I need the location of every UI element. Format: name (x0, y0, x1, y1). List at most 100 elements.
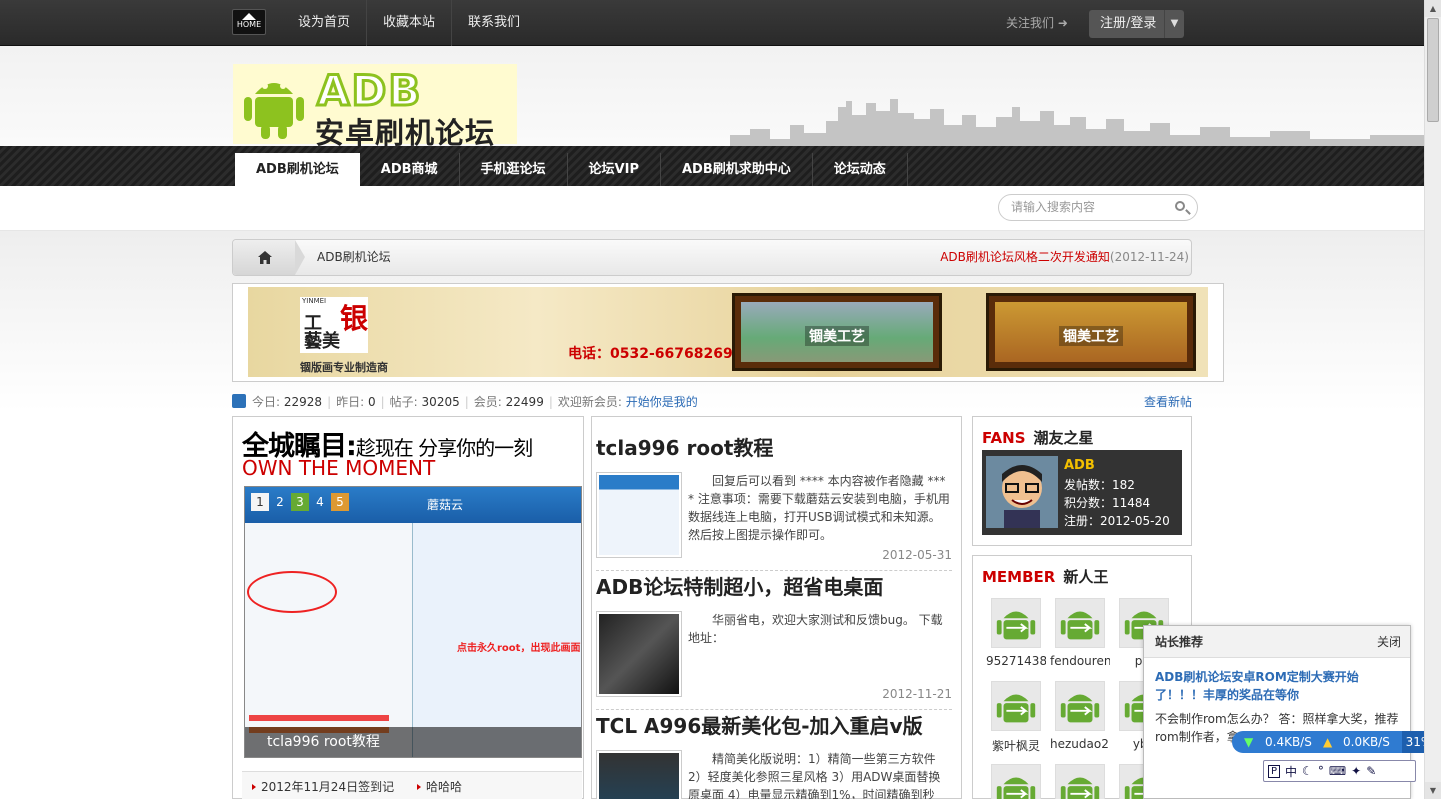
download-arrow-icon: ▼ (1244, 735, 1254, 749)
stat-members: 22499 (505, 395, 544, 409)
member-item[interactable] (986, 764, 1046, 799)
upload-speed: 0.0KB/S (1343, 735, 1390, 749)
home-label: HOME (236, 20, 262, 29)
article-title[interactable]: TCL A996最新美化包-加入重启v版 (596, 712, 952, 740)
article-date: 2012-05-31 (882, 548, 952, 562)
upload-arrow-icon: ▲ (1323, 735, 1333, 749)
ime-mode[interactable]: 中 (1285, 763, 1297, 780)
slide-bottom-links: 2012年11月24日签到记 哈哈哈 (242, 771, 582, 799)
article-thumb[interactable] (596, 750, 682, 799)
article-item: tcla996 root教程 回复后可以看到 **** 本内容被作者隐藏 ***… (596, 434, 952, 571)
site-logo[interactable]: ADB 安卓刷机论坛 (233, 64, 517, 150)
member-avatar[interactable] (991, 681, 1041, 731)
article-thumb[interactable] (596, 472, 682, 558)
ad-banner[interactable]: YINMEI 工 藝美 银 锢版画专业制造商 电话：0532-66768269 … (248, 287, 1208, 377)
slide-caption[interactable]: tcla996 root教程 (245, 727, 581, 757)
avatar[interactable] (986, 456, 1058, 528)
keyboard-icon[interactable]: ⌨ (1329, 764, 1346, 778)
bookmark-link[interactable]: 收藏本站 (366, 0, 451, 46)
login-button[interactable]: 注册/登录 ▼ (1089, 10, 1184, 38)
arrow-right-icon: ➜ (1057, 16, 1068, 30)
ime-logo-icon[interactable]: P (1268, 764, 1281, 778)
fans-card: ADB 发帖数：182 积分数：11484 注册：2012-05-20 (982, 450, 1182, 535)
hahaha-link[interactable]: 哈哈哈 (417, 778, 462, 795)
stat-posts: 30205 (421, 395, 460, 409)
member-avatar[interactable] (1055, 681, 1105, 731)
home-button[interactable]: HOME (232, 9, 266, 35)
city-skyline (730, 99, 1424, 147)
article-excerpt: 精简美化版说明：1）精简一些第三方软件 2）轻度美化参照三星风格 3）用ADW桌… (688, 752, 941, 799)
contact-link[interactable]: 联系我们 (451, 0, 536, 46)
member-item[interactable] (1050, 764, 1110, 799)
fan-registered: 注册：2012-05-20 (1064, 514, 1170, 528)
nav-help-center[interactable]: ADB刷机求助中心 (661, 153, 813, 186)
tools-icon[interactable]: ✦ (1351, 764, 1361, 778)
popup-headline-link[interactable]: ADB刷机论坛安卓ROM定制大赛开始了！！！丰厚的奖品在等你 (1155, 668, 1405, 704)
scroll-down-arrow[interactable]: ▼ (1425, 782, 1441, 799)
top-nav: 设为首页 收藏本站 联系我们 (282, 0, 536, 46)
member-name[interactable]: hezudao2... (1050, 737, 1110, 751)
home-icon (242, 13, 256, 20)
nav-forum-vip[interactable]: 论坛VIP (568, 153, 661, 186)
member-name[interactable]: fendouren (1050, 654, 1110, 668)
member-avatar[interactable] (1055, 764, 1105, 799)
article-title[interactable]: tcla996 root教程 (596, 434, 952, 462)
stat-today: 22928 (283, 395, 323, 409)
member-avatar[interactable] (991, 764, 1041, 799)
app-tabs: 1 2 3 4 5 (251, 493, 349, 511)
ad-frame-2: 锢美工艺 (986, 293, 1196, 371)
nav-mobile-forum[interactable]: 手机逛论坛 (460, 153, 568, 186)
scroll-up-arrow[interactable]: ▲ (1425, 0, 1441, 17)
member-name[interactable]: 紫叶枫灵 (992, 739, 1040, 753)
breadcrumb: ADB刷机论坛 ADB刷机论坛风格二次开发通知(2012-11-24) (232, 239, 1192, 276)
scroll-thumb[interactable] (1427, 18, 1439, 122)
popup-close-button[interactable]: 关闭 (1377, 626, 1401, 658)
new-member-link[interactable]: 开始你是我的 (626, 395, 698, 409)
nav-forum-activity[interactable]: 论坛动态 (813, 153, 908, 186)
set-homepage-link[interactable]: 设为首页 (282, 0, 366, 46)
article-excerpt: 华丽省电，欢迎大家测试和反馈bug。 下载地址： (688, 613, 943, 645)
moon-icon[interactable]: ☾ (1302, 764, 1313, 778)
netspeed-widget[interactable]: ▼ 0.4KB/S ▲ 0.0KB/S 31% (1232, 731, 1436, 753)
main-nav: ADB刷机论坛 ADB商城 手机逛论坛 论坛VIP ADB刷机求助中心 论坛动态 (0, 146, 1424, 186)
member-title: MEMBER 新人王 (982, 568, 1109, 586)
ime-toolbar[interactable]: P 中 ☾ ° ⌨ ✦ ✎ (1263, 760, 1416, 782)
ad-frame-1: 锢美工艺 (732, 293, 942, 371)
search-placeholder: 请输入搜索内容 (1011, 200, 1096, 214)
member-name[interactable]: 952714380 (986, 654, 1046, 668)
search-icon[interactable] (1175, 201, 1185, 211)
member-avatar[interactable] (1055, 598, 1105, 648)
follow-link[interactable]: 关注我们 ➜ (1006, 0, 1068, 46)
checkin-link[interactable]: 2012年11月24日签到记 (252, 778, 394, 795)
fan-name[interactable]: ADB (1064, 458, 1095, 473)
article-date: 2012-11-21 (882, 687, 952, 701)
view-new-posts-link[interactable]: 查看新帖 (1144, 392, 1192, 412)
notice-link[interactable]: ADB刷机论坛风格二次开发通知(2012-11-24) (940, 240, 1189, 275)
member-avatar[interactable] (991, 598, 1041, 648)
chevron-down-icon[interactable]: ▼ (1164, 10, 1184, 38)
article-title[interactable]: ADB论坛特制超小，超省电桌面 (596, 573, 952, 601)
member-item[interactable]: hezudao2... (1050, 681, 1110, 751)
scrollbar[interactable]: ▲ ▼ (1424, 0, 1441, 799)
search-input[interactable]: 请输入搜索内容 (998, 194, 1198, 221)
member-item[interactable]: 紫叶枫灵 (986, 681, 1046, 754)
member-item[interactable]: 952714380 (986, 598, 1046, 668)
ad-maker-text: 锢版画专业制造商 (300, 361, 388, 374)
logo-text-en: ADB (315, 65, 423, 117)
top-bar: HOME 设为首页 收藏本站 联系我们 关注我们 ➜ 注册/登录 ▼ (0, 0, 1424, 46)
nav-adb-shop[interactable]: ADB商城 (360, 153, 460, 186)
notice-date: (2012-11-24) (1109, 250, 1189, 264)
breadcrumb-current[interactable]: ADB刷机论坛 (317, 240, 391, 275)
breadcrumb-home[interactable] (233, 240, 305, 275)
article-item: TCL A996最新美化包-加入重启v版 精简美化版说明：1）精简一些第三方软件… (596, 712, 952, 799)
article-thumb[interactable] (596, 611, 682, 697)
member-item[interactable]: fendouren (1050, 598, 1110, 668)
ad-brand-logo: YINMEI 工 藝美 银 (300, 297, 368, 353)
stat-yesterday: 0 (367, 395, 376, 409)
article-excerpt: 回复后可以看到 **** 本内容被作者隐藏 **** 注意事项：需要下载蘑菇云安… (688, 474, 950, 542)
slideshow-image[interactable]: 1 2 3 4 5 蘑菇云 点击永久root，出现此画面 tcla996 roo… (244, 486, 582, 758)
punctuation-icon[interactable]: ° (1318, 764, 1324, 778)
nav-adb-forum[interactable]: ADB刷机论坛 (235, 153, 360, 186)
wrench-icon[interactable]: ✎ (1366, 764, 1376, 778)
ad-phone: 电话：0532-66768269 (568, 346, 733, 362)
